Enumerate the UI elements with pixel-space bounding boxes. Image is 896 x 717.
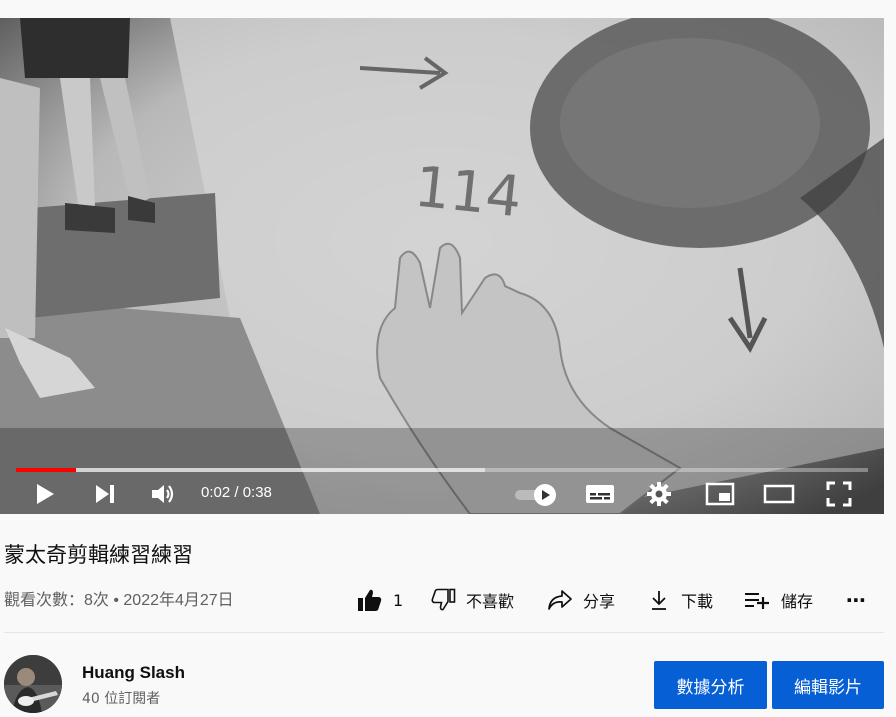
video-player[interactable]: 114 0:02 / 0:38 [0, 18, 884, 514]
more-actions-button[interactable]: ⋯ [846, 585, 866, 615]
video-meta: 觀看次數：8次 • 2022年4月27日 [4, 592, 234, 609]
like-count: 1 [393, 590, 404, 610]
svg-text:114: 114 [412, 155, 525, 231]
autoplay-toggle-icon[interactable] [512, 482, 560, 508]
like-button[interactable]: 1 [357, 585, 403, 615]
edit-video-button[interactable]: 編輯影片 [772, 661, 884, 709]
time-display: 0:02 / 0:38 [201, 484, 272, 501]
settings-icon[interactable] [644, 481, 674, 507]
download-icon [652, 591, 666, 610]
download-button[interactable]: 下載 [647, 585, 713, 615]
save-button[interactable]: 儲存 [743, 585, 813, 615]
video-frame: 114 [0, 18, 884, 514]
subscriber-count: 40 位訂閱者 [82, 691, 161, 707]
divider [4, 632, 884, 633]
share-label: 分享 [583, 592, 616, 611]
play-icon[interactable] [30, 481, 60, 507]
thumbs-up-icon [358, 589, 382, 611]
miniplayer-icon[interactable] [703, 481, 737, 507]
progress-bar[interactable] [16, 468, 868, 472]
dislike-button[interactable]: 不喜歡 [430, 585, 514, 615]
dislike-label: 不喜歡 [466, 592, 515, 611]
share-button[interactable]: 分享 [547, 585, 615, 615]
channel-name[interactable]: Huang Slash [82, 663, 185, 683]
thumbs-down-icon [431, 588, 456, 611]
download-label: 下載 [681, 592, 714, 611]
save-label: 儲存 [781, 592, 814, 611]
fullscreen-icon[interactable] [823, 480, 855, 508]
progress-loaded [16, 468, 485, 472]
progress-played [16, 468, 76, 472]
subtitles-icon[interactable] [583, 481, 617, 507]
theater-icon[interactable] [761, 481, 797, 507]
video-title: 蒙太奇剪輯練習練習 [4, 544, 193, 567]
next-icon[interactable] [90, 481, 120, 507]
player-controls: 0:02 / 0:38 [0, 473, 884, 514]
more-icon: ⋯ [846, 588, 866, 612]
analytics-button[interactable]: 數據分析 [654, 661, 767, 709]
share-icon [548, 590, 572, 610]
volume-icon[interactable] [148, 481, 178, 507]
playlist-add-icon [745, 593, 769, 609]
avatar[interactable] [4, 655, 62, 713]
